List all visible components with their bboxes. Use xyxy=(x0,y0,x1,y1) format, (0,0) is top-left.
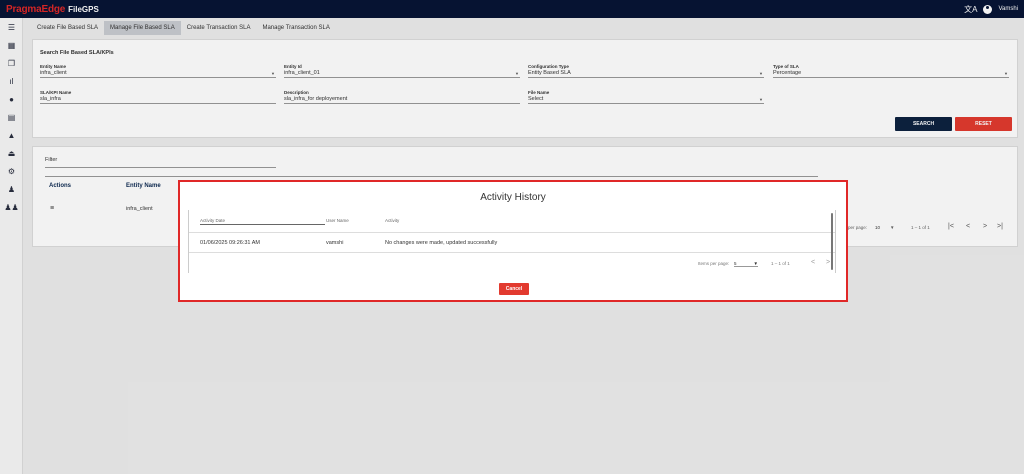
chevron-down-icon: ▼ xyxy=(753,261,758,266)
items-per-page-label: Items per page: xyxy=(698,261,730,266)
header-user-name[interactable]: User Name xyxy=(326,218,349,223)
activity-history-modal: Activity History Activity Date User Name… xyxy=(178,180,848,302)
prev-page-icon[interactable]: < xyxy=(811,259,815,266)
next-page-icon[interactable]: > xyxy=(826,259,830,266)
cancel-button[interactable]: Cancel xyxy=(499,283,529,295)
modal-title: Activity History xyxy=(480,192,546,203)
divider xyxy=(189,252,835,253)
header-activity[interactable]: Activity xyxy=(385,218,399,223)
items-per-page-select[interactable]: 5 ▼ xyxy=(734,261,758,267)
row-user-name: vamshi xyxy=(326,240,344,246)
activity-table: Activity Date User Name Activity 01/06/2… xyxy=(188,210,836,273)
row-activity: No changes were made, updated successful… xyxy=(385,240,498,246)
divider xyxy=(189,232,835,233)
sort-underline xyxy=(200,224,325,225)
row-activity-date: 01/06/2025 09:26:31 AM xyxy=(200,240,260,246)
header-activity-date[interactable]: Activity Date xyxy=(200,218,225,223)
range-label: 1 – 1 of 1 xyxy=(771,261,790,266)
scrollbar[interactable] xyxy=(831,213,833,270)
